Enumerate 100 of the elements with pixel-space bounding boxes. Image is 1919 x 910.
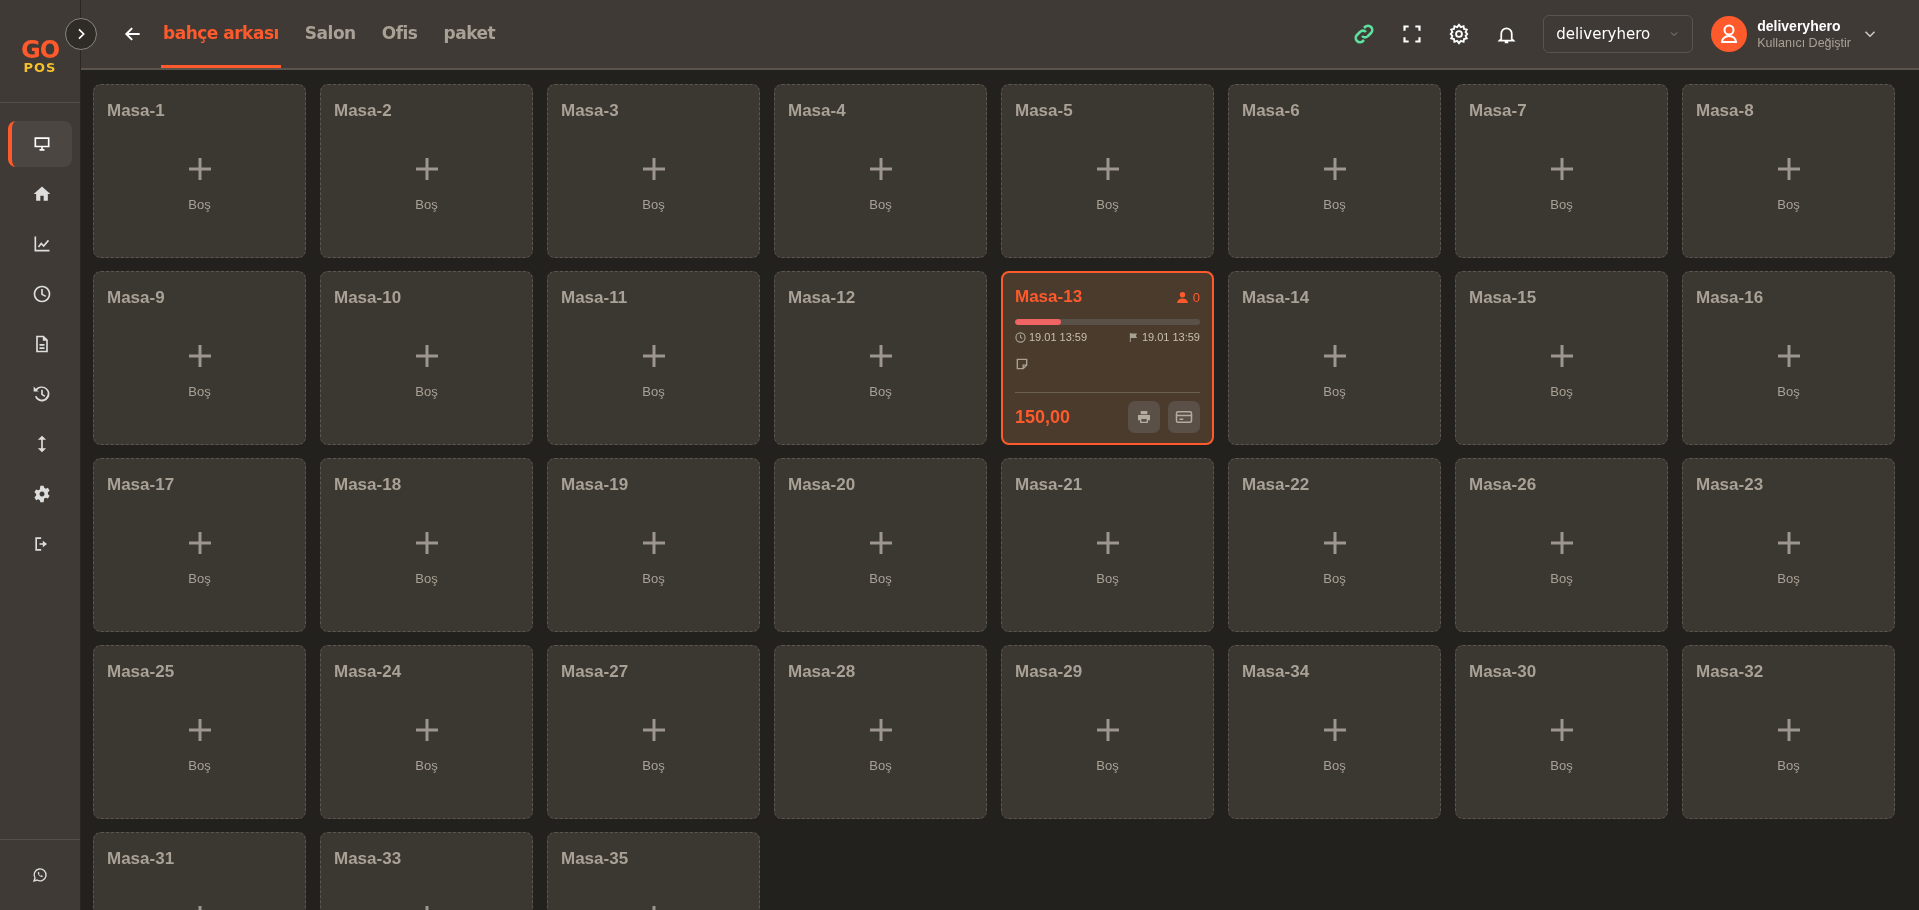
table-card[interactable]: Masa-8 Boş [1682,84,1895,258]
table-card[interactable]: Masa-24 Boş [320,645,533,819]
table-card[interactable]: Masa-16 Boş [1682,271,1895,445]
table-card[interactable]: Masa-30 Boş [1455,645,1668,819]
table-name: Masa-8 [1696,101,1754,121]
table-status: Boş [188,571,211,586]
table-name: Masa-1 [107,101,165,121]
clock-icon [1015,331,1026,343]
table-card[interactable]: Masa-27 Boş [547,645,760,819]
table-card[interactable]: Masa-9 Boş [93,271,306,445]
table-card[interactable]: Masa-10 Boş [320,271,533,445]
plus-icon [187,531,212,555]
area-tab[interactable]: bahçe arkası [161,0,281,68]
table-card[interactable]: Masa-12 Boş [774,271,987,445]
table-status: Boş [188,197,211,212]
plus-icon [414,531,439,555]
table-status: Boş [1096,197,1119,212]
credit-card-icon [1175,408,1193,426]
table-status: Boş [1323,197,1346,212]
table-name: Masa-30 [1469,662,1537,682]
print-button[interactable] [1128,401,1160,433]
user-avatar-icon[interactable] [1711,16,1748,52]
table-card[interactable]: Masa-29 Boş [1001,645,1214,819]
table-status: Boş [415,384,438,399]
table-card[interactable]: Masa-2 Boş [320,84,533,258]
table-card[interactable]: Masa-7 Boş [1455,84,1668,258]
area-tab[interactable]: Ofis [379,0,420,68]
table-card[interactable]: Masa-18 Boş [320,458,533,632]
occupied-table-card[interactable]: Masa-13 0 19.01 13:59 19.01 13:59 150,00 [1001,271,1214,445]
clock-icon [32,284,52,304]
table-status: Boş [1323,758,1346,773]
table-card[interactable]: Masa-20 Boş [774,458,987,632]
table-status: Boş [869,197,892,212]
plus-icon [1322,531,1347,555]
table-name: Masa-13 [1015,287,1083,307]
settings-icon[interactable] [1448,23,1471,45]
table-status: Boş [642,197,665,212]
table-card[interactable]: Masa-23 Boş [1682,458,1895,632]
table-card[interactable]: Masa-3 Boş [547,84,760,258]
whatsapp-icon[interactable] [31,866,49,884]
table-card[interactable]: Masa-15 Boş [1455,271,1668,445]
table-name: Masa-32 [1696,662,1764,682]
plus-icon [641,157,666,181]
table-card[interactable]: Masa-22 Boş [1228,458,1441,632]
person-icon [1175,290,1189,304]
table-name: Masa-19 [561,475,629,495]
plus-icon [1776,344,1801,368]
table-card[interactable]: Masa-33 [320,832,533,910]
table-card[interactable]: Masa-21 Boş [1001,458,1214,632]
table-status: Boş [415,571,438,586]
table-card[interactable]: Masa-25 Boş [93,645,306,819]
settings-icon [32,484,52,504]
table-card[interactable]: Masa-11 Boş [547,271,760,445]
table-status: Boş [415,758,438,773]
table-status: Boş [1550,384,1573,399]
table-card[interactable]: Masa-26 Boş [1455,458,1668,632]
table-name: Masa-15 [1469,288,1537,308]
table-name: Masa-11 [561,288,628,308]
branch-select[interactable]: deliveryhero [1543,15,1694,53]
plus-icon [1776,718,1801,742]
table-name: Masa-10 [334,288,402,308]
table-status: Boş [1550,197,1573,212]
table-name: Masa-26 [1469,475,1537,495]
plus-icon [187,718,212,742]
table-card[interactable]: Masa-1 Boş [93,84,306,258]
table-name: Masa-31 [107,849,175,869]
table-status: Boş [869,758,892,773]
note-icon[interactable] [1015,357,1029,371]
table-card[interactable]: Masa-4 Boş [774,84,987,258]
table-card[interactable]: Masa-19 Boş [547,458,760,632]
table-name: Masa-12 [788,288,856,308]
table-status: Boş [1777,758,1800,773]
table-card[interactable]: Masa-5 Boş [1001,84,1214,258]
plus-icon [187,344,212,368]
table-name: Masa-17 [107,475,175,495]
plus-icon [1776,157,1801,181]
table-card[interactable]: Masa-6 Boş [1228,84,1441,258]
table-status: Boş [1777,384,1800,399]
sidebar-monitor-button[interactable] [8,121,72,167]
target-time: 19.01 13:59 [1141,331,1200,343]
table-card[interactable]: Masa-32 Boş [1682,645,1895,819]
table-card[interactable]: Masa-34 Boş [1228,645,1441,819]
table-card[interactable]: Masa-17 Boş [93,458,306,632]
table-card[interactable]: Masa-35 [547,832,760,910]
table-status: Boş [1550,758,1573,773]
plus-icon [641,531,666,555]
plus-icon [1776,531,1801,555]
plus-icon [868,531,893,555]
table-name: Masa-18 [334,475,402,495]
table-card[interactable]: Masa-31 [93,832,306,910]
area-tab[interactable]: paket [441,0,498,68]
plus-icon [414,344,439,368]
table-name: Masa-6 [1242,101,1300,121]
area-tab[interactable]: Salon [302,0,358,68]
table-card[interactable]: Masa-28 Boş [774,645,987,819]
fullscreen-icon[interactable] [1402,24,1423,44]
user-name: deliveryhero [1757,18,1842,34]
table-card[interactable]: Masa-14 Boş [1228,271,1441,445]
payment-card-button[interactable] [1168,401,1200,433]
switch-user-link[interactable]: Kullanıcı Değiştir [1757,36,1851,50]
